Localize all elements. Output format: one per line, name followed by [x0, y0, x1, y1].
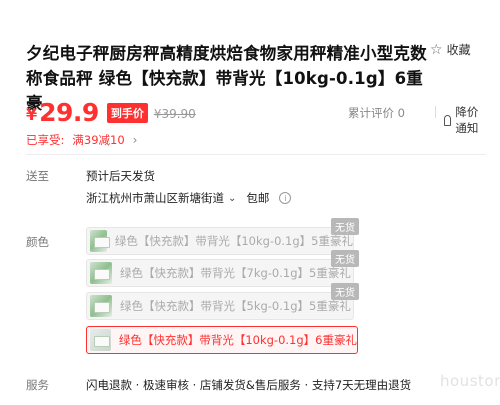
price-row: ¥ 29.9 到手价 ¥39.90 累计评价 0 降价通知	[26, 97, 486, 136]
product-thumbnail	[90, 262, 112, 284]
address-selector[interactable]: 浙江杭州市萧山区新塘街道	[86, 190, 224, 206]
original-price: ¥39.90	[153, 107, 196, 121]
sold-out-badge: 无货	[331, 283, 359, 300]
shipping-address-row: 浙江杭州市萧山区新塘街道 ⌄ 包邮 i	[86, 190, 292, 206]
price-amount: 29.9	[39, 97, 99, 127]
watermark: houston	[440, 372, 500, 390]
price-alert-label: 降价通知	[455, 105, 479, 135]
color-option-label: 绿色【快充款】带背光【10kg-0.1g】5重豪礼	[114, 234, 353, 248]
divider	[435, 106, 436, 118]
product-thumbnail	[90, 295, 112, 317]
shipping-fee: 包邮	[246, 191, 270, 205]
product-thumbnail	[90, 329, 111, 351]
color-option[interactable]: 绿色【快充款】带背光【10kg-0.1g】5重豪礼 无货	[86, 218, 359, 255]
sold-out-badge: 无货	[331, 250, 359, 267]
shipping-label: 送至	[26, 169, 49, 183]
star-outline-icon: ☆	[430, 41, 443, 58]
favorite-label: 收藏	[446, 43, 471, 57]
color-option-selected[interactable]: 绿色【快充款】带背光【10kg-0.1g】6重豪礼	[86, 326, 358, 354]
color-option[interactable]: 绿色【快充款】带背光【7kg-0.1g】5重豪礼 无货	[86, 250, 359, 287]
service-label: 服务	[26, 378, 49, 392]
promotion-value: 满39减10	[72, 133, 125, 147]
divider	[26, 154, 486, 155]
sold-out-badge: 无货	[331, 218, 359, 235]
promotion-label: 已享受:	[26, 133, 65, 147]
color-option-label: 绿色【快充款】带背光【7kg-0.1g】5重豪礼	[120, 266, 351, 280]
color-option-label: 绿色【快充款】带背光【5kg-0.1g】5重豪礼	[120, 299, 351, 313]
color-option-label: 绿色【快充款】带背光【10kg-0.1g】6重豪礼	[118, 333, 357, 347]
chevron-down-icon[interactable]: ⌄	[228, 193, 236, 204]
color-option[interactable]: 绿色【快充款】带背光【5kg-0.1g】5重豪礼 无货	[86, 283, 359, 320]
service-text: 闪电退款 · 极速审核 · 店铺发货&售后服务 · 支持7天无理由退货	[86, 378, 412, 392]
final-price-badge: 到手价	[106, 103, 148, 123]
color-label: 颜色	[26, 235, 49, 249]
chevron-right-icon: ›	[132, 133, 138, 147]
currency-symbol: ¥	[26, 104, 38, 124]
favorite-button[interactable]: ☆ 收藏	[430, 41, 471, 58]
rating-count[interactable]: 累计评价 0	[348, 105, 405, 121]
promotion-row[interactable]: 已享受: 满39减10 ›	[26, 132, 137, 148]
info-circle-icon[interactable]: i	[279, 192, 292, 204]
product-thumbnail	[90, 230, 110, 252]
price-alert-button[interactable]: 降价通知	[444, 104, 486, 136]
shipping-eta: 预计后天发货	[86, 169, 155, 183]
bell-icon	[444, 114, 452, 126]
